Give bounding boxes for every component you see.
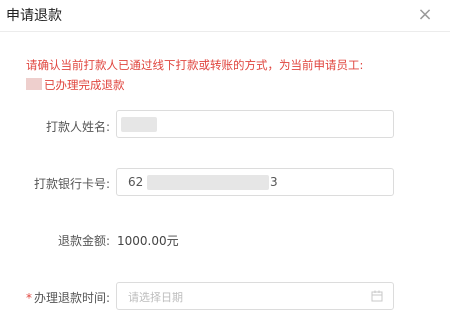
calendar-icon — [371, 290, 383, 302]
dialog-title: 申请退款 — [6, 8, 62, 24]
refund-notice: 请确认当前打款人已通过线下打款或转账的方式，为当前申请员工: 已办理完成退款 — [26, 55, 426, 95]
dialog-header: 申请退款 × — [0, 0, 450, 32]
notice-line-1: 请确认当前打款人已通过线下打款或转账的方式，为当前申请员工: — [26, 58, 364, 72]
redacted-employee-name — [26, 78, 42, 90]
refund-time-placeholder: 请选择日期 — [128, 291, 183, 304]
refund-time-date-picker[interactable]: 请选择日期 — [116, 282, 394, 310]
payer-card-suffix: 3 — [270, 175, 278, 189]
notice-line-2: 已办理完成退款 — [44, 78, 125, 92]
refund-time-label: 办理退款时间: — [33, 291, 110, 305]
payer-name-input[interactable] — [116, 110, 394, 138]
notice-line-2-row: 已办理完成退款 — [26, 75, 426, 95]
payer-name-label: 打款人姓名: — [45, 120, 110, 134]
payer-card-prefix: 62 — [128, 175, 144, 189]
refund-amount-label: 退款金额: — [57, 234, 110, 248]
refund-amount-value: 1000.00元 — [117, 234, 179, 248]
required-asterisk: * — [25, 291, 32, 305]
payer-card-input[interactable]: 62 3 — [116, 168, 394, 196]
redacted-card-digits — [147, 175, 269, 190]
close-icon[interactable]: × — [414, 4, 436, 26]
refund-time-label-row: * 办理退款时间: — [8, 289, 110, 306]
payer-card-label: 打款银行卡号: — [33, 177, 110, 191]
redacted-payer-name — [121, 117, 157, 132]
